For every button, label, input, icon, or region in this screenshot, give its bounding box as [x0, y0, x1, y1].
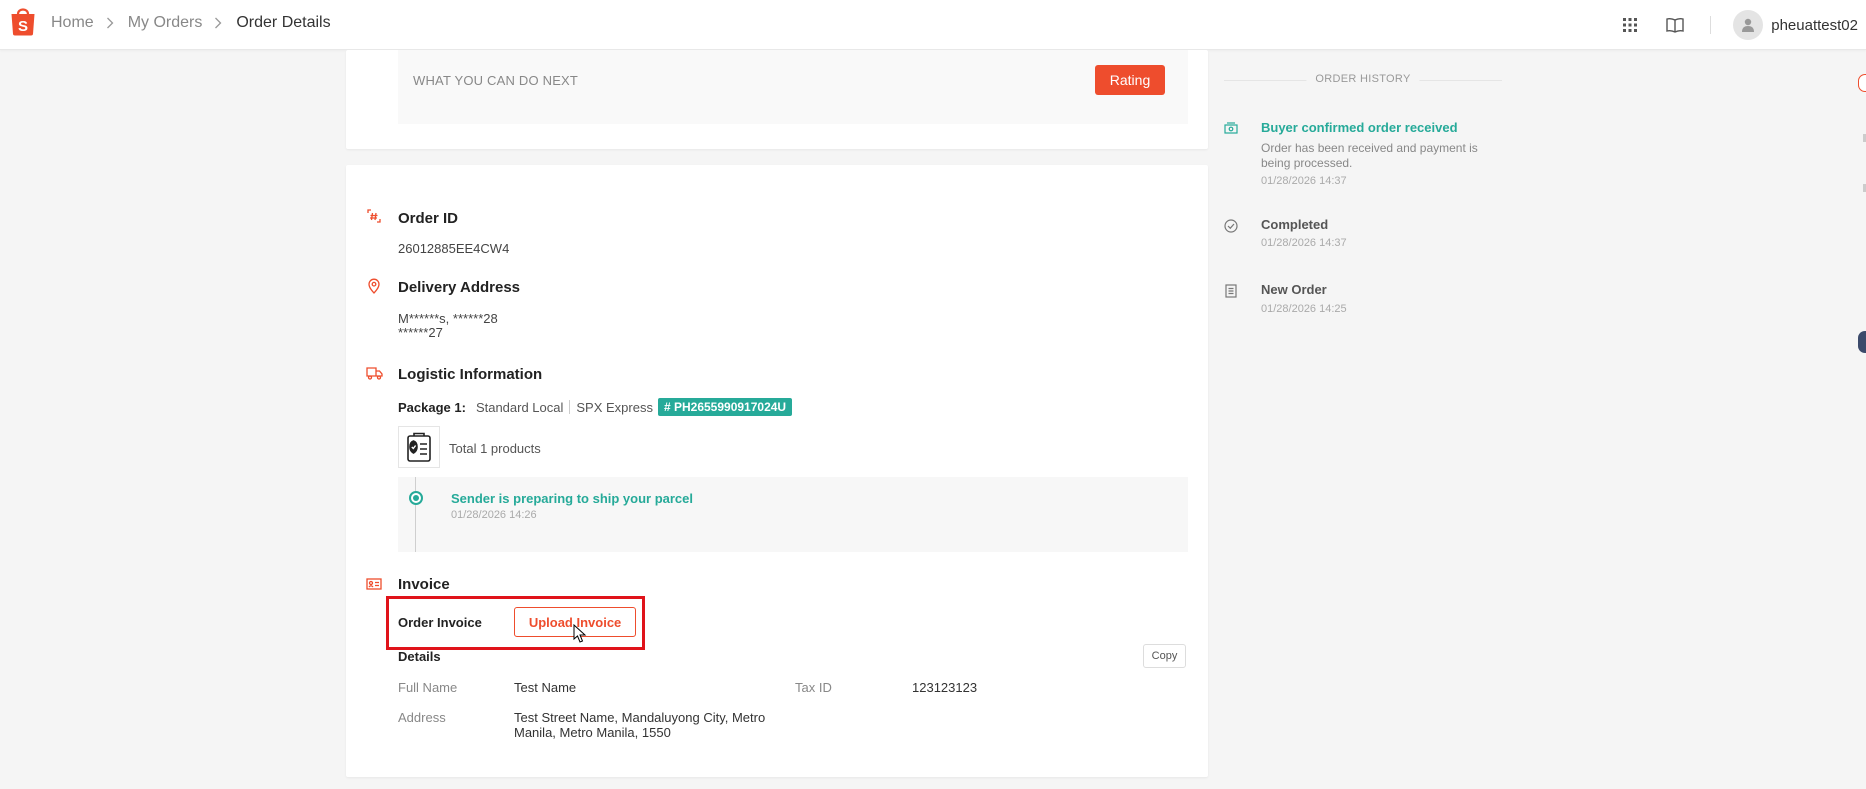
order-invoice-row: Order Invoice Upload Invoice	[398, 607, 637, 637]
timeline-line	[415, 477, 416, 552]
order-history-panel: ORDER HISTORY Buyer confirmed order rece…	[1224, 66, 1502, 315]
mouse-pointer-icon	[573, 623, 587, 644]
order-id-value: 26012885EE4CW4	[398, 241, 510, 256]
rating-button[interactable]: Rating	[1095, 65, 1165, 95]
breadcrumb-my-orders-link[interactable]: My Orders	[128, 14, 203, 32]
history-item-time: 01/28/2026 14:37	[1261, 237, 1347, 249]
chat-widget-icon[interactable]	[1858, 331, 1866, 353]
breadcrumb: Home My Orders Order Details	[51, 14, 331, 32]
delivery-address-line1: M******s, ******28	[398, 311, 498, 326]
check-circle-icon	[1224, 219, 1238, 233]
tracking-event-time: 01/28/2026 14:26	[451, 509, 537, 521]
history-item-time: 01/28/2026 14:37	[1261, 175, 1347, 187]
header-divider	[1710, 16, 1712, 34]
order-invoice-label: Order Invoice	[398, 614, 482, 630]
history-item-title: Completed	[1261, 217, 1329, 232]
product-thumbnail[interactable]	[398, 426, 440, 468]
svg-text:S: S	[18, 18, 28, 35]
next-actions-box: WHAT YOU CAN DO NEXT Rating	[398, 50, 1188, 124]
header-actions: pheuattest02	[1620, 0, 1866, 50]
document-icon	[1224, 284, 1238, 298]
package-info-row: Package 1: Standard Local SPX Express # …	[398, 398, 793, 416]
address-label: Address	[398, 710, 446, 725]
full-name-label: Full Name	[398, 680, 458, 695]
apps-grid-icon[interactable]	[1620, 15, 1640, 35]
invoice-details-title: Details	[398, 649, 441, 664]
tracking-timeline: Sender is preparing to ship your parcel …	[398, 477, 1188, 552]
next-actions-label: WHAT YOU CAN DO NEXT	[413, 73, 579, 88]
copy-button[interactable]: Copy	[1143, 644, 1186, 668]
history-item-title: Buyer confirmed order received	[1261, 120, 1458, 135]
chevron-right-icon	[214, 15, 224, 31]
product-count: Total 1 products	[449, 441, 541, 456]
book-icon[interactable]	[1665, 15, 1685, 35]
floating-widget-icon[interactable]	[1858, 74, 1866, 92]
next-actions-card: WHAT YOU CAN DO NEXT Rating	[346, 50, 1208, 149]
invoice-address-line2: Manila, Metro Manila, 1550	[514, 725, 671, 740]
logistic-information-title: Logistic Information	[398, 366, 543, 383]
username[interactable]: pheuattest02	[1771, 17, 1858, 34]
history-item-title: New Order	[1261, 282, 1327, 297]
order-details-card: Order ID 26012885EE4CW4 Delivery Address…	[346, 165, 1208, 777]
order-id-icon	[366, 208, 382, 224]
truck-icon	[366, 366, 383, 382]
delivery-address-title: Delivery Address	[398, 279, 521, 296]
tax-id-label: Tax ID	[795, 680, 832, 695]
order-history-header: ORDER HISTORY	[1224, 66, 1502, 96]
package-divider	[569, 400, 571, 414]
breadcrumb-home-link[interactable]: Home	[51, 14, 94, 32]
shopee-logo-icon[interactable]: S	[10, 6, 36, 36]
invoice-title: Invoice	[398, 576, 450, 593]
invoice-address-line1: Test Street Name, Mandaluyong City, Metr…	[514, 710, 766, 725]
history-item-desc: Order has been received and payment is b…	[1261, 141, 1478, 170]
carrier-name: SPX Express	[576, 399, 653, 415]
full-name-value: Test Name	[514, 680, 577, 695]
history-item-time: 01/28/2026 14:25	[1261, 303, 1347, 315]
invoice-icon	[366, 577, 382, 593]
tracking-event-title: Sender is preparing to ship your parcel	[451, 491, 694, 506]
tax-id-value: 123123123	[912, 680, 978, 695]
money-icon	[1224, 122, 1238, 136]
breadcrumb-current-page: Order Details	[236, 14, 331, 31]
top-navigation-bar: S Home My Orders Order Details pheuattes…	[0, 0, 1866, 50]
order-history-title: ORDER HISTORY	[1306, 73, 1420, 85]
delivery-address-line2: ******27	[398, 325, 443, 340]
timeline-dot-icon	[409, 491, 423, 505]
avatar[interactable]	[1733, 10, 1764, 40]
order-id-title: Order ID	[398, 210, 459, 227]
chevron-right-icon	[106, 15, 116, 31]
package-label: Package 1:	[398, 399, 466, 415]
shipping-type: Standard Local	[475, 399, 564, 415]
location-pin-icon	[366, 278, 382, 294]
tracking-number-badge[interactable]: # PH2655990917024U	[657, 398, 793, 416]
